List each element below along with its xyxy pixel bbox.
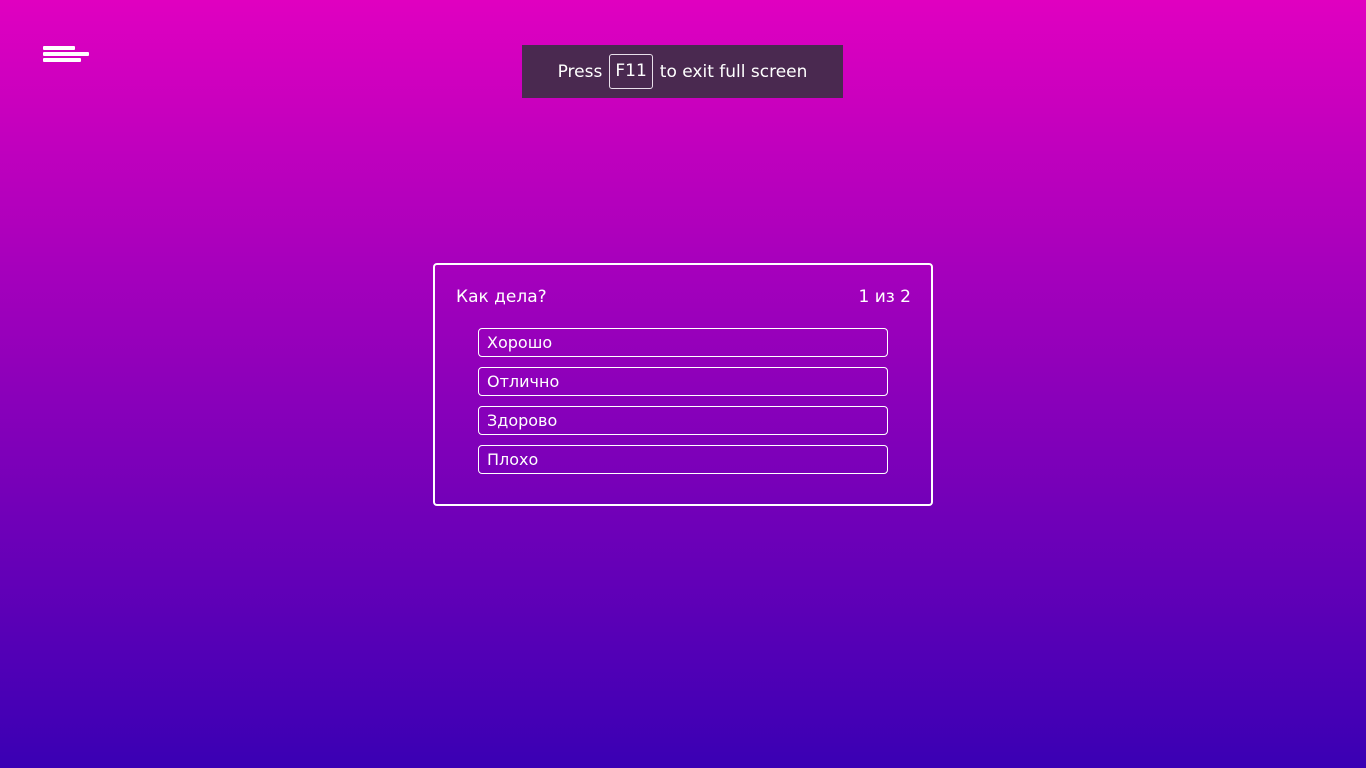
answer-option-horosho[interactable]: Хорошо <box>478 328 888 357</box>
answer-option-ploho[interactable]: Плохо <box>478 445 888 474</box>
answer-option-otlichno[interactable]: Отлично <box>478 367 888 396</box>
menu-line <box>43 58 81 62</box>
fullscreen-notice: Press F11 to exit full screen <box>522 45 843 98</box>
answer-options: Хорошо Отлично Здорово Плохо <box>478 328 888 484</box>
menu-line <box>43 52 89 56</box>
menu-line <box>43 46 75 50</box>
quiz-card: Как дела? 1 из 2 Хорошо Отлично Здорово … <box>433 263 933 506</box>
hamburger-menu-icon[interactable] <box>43 46 89 64</box>
fullscreen-notice-suffix: to exit full screen <box>659 61 808 82</box>
f11-key-badge: F11 <box>609 54 653 89</box>
quiz-header: Как дела? 1 из 2 <box>456 287 911 307</box>
fullscreen-notice-prefix: Press <box>557 61 603 82</box>
question-title: Как дела? <box>456 287 547 307</box>
answer-option-zdorovo[interactable]: Здорово <box>478 406 888 435</box>
question-progress: 1 из 2 <box>858 287 911 307</box>
